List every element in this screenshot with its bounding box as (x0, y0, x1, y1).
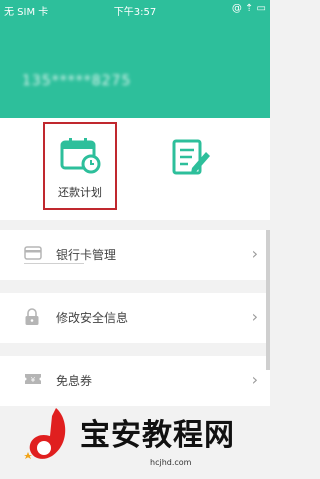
menu-item-coupon[interactable]: ¥ 免息券 › (0, 356, 270, 406)
menu-label-security: 修改安全信息 (56, 311, 129, 325)
repayment-plan-label: 还款计划 (58, 186, 102, 199)
quick-actions-panel: 还款计划 (0, 118, 270, 220)
chevron-right-icon: › (251, 244, 258, 263)
repayment-plan-button[interactable]: 还款计划 (43, 122, 117, 210)
chevron-right-icon: › (251, 370, 258, 389)
edit-document-icon (170, 138, 212, 182)
menu-item-bank-card[interactable]: 银行卡管理 › (0, 230, 270, 280)
watermark-url: hcjhd.com (150, 458, 192, 467)
chevron-right-icon: › (251, 307, 258, 326)
menu-item-security[interactable]: 修改安全信息 › (0, 293, 270, 343)
menu-label-bank-card: 银行卡管理 (56, 248, 117, 262)
calendar-clock-icon (59, 136, 101, 178)
status-bar: 无 SIM 卡 下午3:57 @ ⇡ ▭ (0, 0, 270, 18)
account-header: 135*****8275 (0, 18, 270, 118)
edit-info-button[interactable] (158, 126, 224, 206)
site-watermark: 宝安教程网 hcjhd.com (22, 404, 270, 474)
account-number: 135*****8275 (22, 73, 132, 89)
scroll-indicator (266, 230, 270, 370)
status-icons: @ ⇡ ▭ (231, 3, 266, 14)
status-time: 下午3:57 (113, 7, 157, 18)
lock-icon (24, 308, 40, 330)
menu-label-coupon: 免息券 (56, 374, 93, 388)
settings-menu: 银行卡管理 › 修改安全信息 › ¥ 免息券 › (0, 230, 270, 419)
divider (24, 263, 84, 264)
svg-text:¥: ¥ (31, 376, 36, 384)
watermark-title: 宝安教程网 (80, 418, 235, 453)
bank-card-icon (24, 245, 42, 264)
coupon-icon: ¥ (24, 371, 42, 390)
